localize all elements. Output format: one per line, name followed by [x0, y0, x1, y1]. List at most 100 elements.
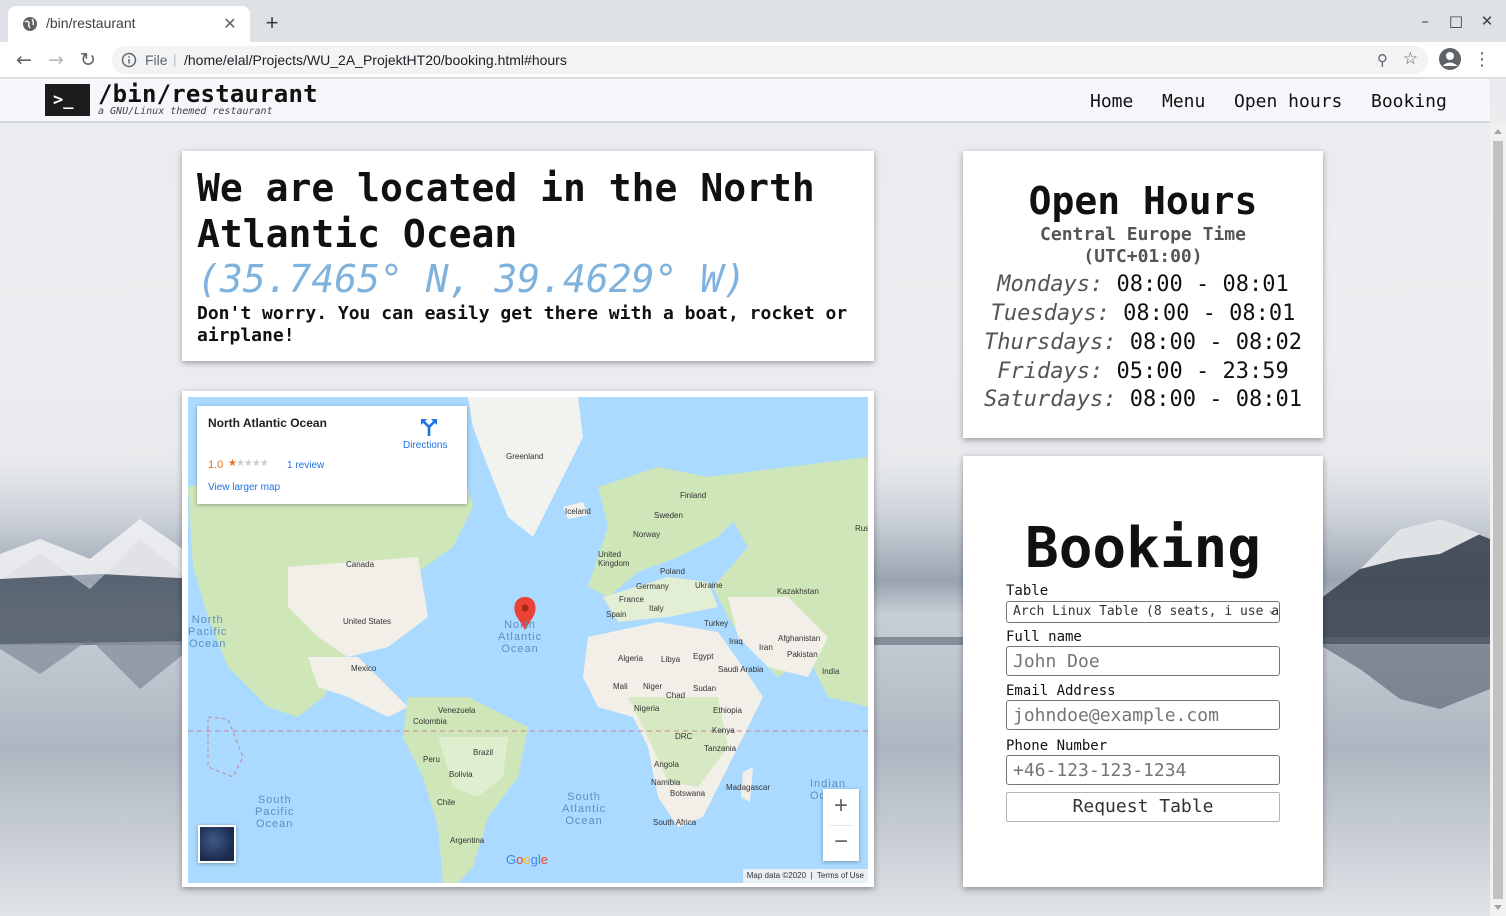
map-label-france: France	[619, 595, 644, 604]
map-label-chile: Chile	[437, 798, 456, 807]
embedded-map[interactable]: Greenland Iceland Finland Sweden Norway …	[188, 397, 868, 883]
request-table-button[interactable]: Request Table	[1006, 792, 1280, 822]
map-label-sudan: Sudan	[693, 684, 717, 693]
terminal-logo-icon[interactable]: >_	[45, 84, 90, 116]
map-label-kazakhstan: Kazakhstan	[777, 587, 819, 596]
ocean-north-atlantic: North Atlantic Ocean	[498, 619, 543, 655]
browser-tab[interactable]: /bin/restaurant ✕	[8, 6, 250, 42]
minimize-icon[interactable]: –	[1414, 10, 1436, 32]
hours-title: Open Hours	[1028, 179, 1258, 223]
url-text[interactable]: /home/elal/Projects/WU_2A_ProjektHT20/bo…	[184, 52, 567, 68]
address-bar[interactable]: File | /home/elal/Projects/WU_2A_Projekt…	[112, 46, 1428, 74]
nav-home[interactable]: Home	[1090, 91, 1133, 112]
hours-timezone: Central Europe Time (UTC+01:00)	[1040, 224, 1246, 267]
view-larger-map-link[interactable]: View larger map	[208, 482, 280, 493]
map-label-venezuela: Venezuela	[438, 706, 476, 715]
map-label-nigeria: Nigeria	[634, 704, 660, 713]
map-label-norway: Norway	[633, 530, 661, 539]
map-label-drc: DRC	[675, 732, 693, 741]
satellite-toggle[interactable]	[198, 825, 236, 863]
location-coordinates: (35.7465° N, 39.4629° W)	[197, 257, 747, 301]
hours-row: Saturdays: 08:00 - 08:01	[984, 387, 1302, 412]
ocean-north-pacific: North Pacific Ocean	[188, 614, 228, 650]
map-label-italy: Italy	[649, 604, 664, 613]
phone-input[interactable]	[1006, 755, 1280, 785]
globe-icon	[23, 17, 37, 31]
map-label-kenya: Kenya	[712, 726, 735, 735]
scroll-down-icon[interactable]	[1494, 905, 1502, 910]
info-icon[interactable]	[121, 52, 137, 68]
zoom-divider	[829, 825, 853, 826]
star-icon[interactable]: ☆	[1403, 49, 1418, 69]
back-icon[interactable]: ←	[10, 46, 38, 74]
hours-row: Mondays: 08:00 - 08:01	[997, 272, 1289, 297]
hours-row: Tuesdays: 08:00 - 08:01	[990, 301, 1296, 326]
location-title: We are located in the North Atlantic Oce…	[197, 166, 815, 256]
terms-of-use-link[interactable]: Terms of Use	[817, 871, 864, 880]
map-label-bolivia: Bolivia	[449, 770, 473, 779]
ocean-south-atlantic: South Atlantic Ocean	[562, 791, 607, 827]
rating-stars-icon: ★★★★★	[228, 458, 269, 469]
open-hours-card: Open Hours Central Europe Time (UTC+01:0…	[963, 151, 1323, 438]
nav-open-hours[interactable]: Open hours	[1234, 91, 1342, 112]
map-label-iran: Iran	[759, 643, 773, 652]
forward-icon[interactable]: →	[42, 46, 70, 74]
map-label-angola: Angola	[654, 760, 679, 769]
close-window-icon[interactable]: ✕	[1476, 10, 1498, 32]
full-name-input[interactable]	[1006, 646, 1280, 676]
map-label-india: India	[822, 667, 840, 676]
directions-link[interactable]: Directions	[403, 440, 447, 451]
review-count-link[interactable]: 1 review	[287, 460, 324, 471]
map-label-algeria: Algeria	[618, 654, 643, 663]
map-label-uk: United Kingdom	[598, 550, 630, 568]
table-label: Table	[1006, 583, 1049, 599]
tab-strip: /bin/restaurant ✕ + – □ ✕	[0, 0, 1506, 42]
map-label-poland: Poland	[660, 567, 685, 576]
tab-close-icon[interactable]: ✕	[220, 14, 240, 34]
map-label-us: United States	[343, 617, 392, 626]
map-label-ukraine: Ukraine	[695, 581, 723, 590]
map-label-chad: Chad	[666, 691, 686, 700]
map-label-egypt: Egypt	[693, 652, 714, 661]
page-scrollbar[interactable]	[1490, 123, 1506, 916]
map-label-iraq: Iraq	[729, 637, 743, 646]
new-tab-button[interactable]: +	[260, 12, 284, 36]
maximize-icon[interactable]: □	[1445, 10, 1467, 32]
map-label-russia: Rus	[855, 524, 868, 533]
zoom-in-button[interactable]: +	[823, 789, 859, 825]
profile-icon[interactable]	[1438, 47, 1462, 71]
table-select[interactable]: Arch Linux Table (8 seats, i use arch bt…	[1006, 601, 1280, 623]
map-rating-value: 1.0	[208, 459, 224, 471]
booking-title: Booking	[1024, 516, 1261, 581]
site-brand[interactable]: /bin/restaurant	[98, 80, 318, 108]
tab-title: /bin/restaurant	[46, 15, 136, 31]
map-label-finland: Finland	[680, 491, 707, 500]
scroll-up-icon[interactable]	[1494, 129, 1502, 134]
nav-menu[interactable]: Menu	[1162, 91, 1205, 112]
map-label-madagascar: Madagascar	[726, 783, 771, 792]
scrollbar-thumb[interactable]	[1493, 141, 1503, 899]
reload-icon[interactable]: ↻	[74, 46, 102, 74]
browser-menu-icon[interactable]: ⋮	[1472, 46, 1492, 74]
zoom-icon[interactable]: ⚲	[1377, 51, 1388, 69]
nav-booking[interactable]: Booking	[1371, 91, 1447, 112]
directions-icon[interactable]	[419, 417, 439, 437]
site-tagline: a GNU/Linux themed restaurant	[98, 106, 273, 117]
map-label-afghanistan: Afghanistan	[778, 634, 821, 643]
map-zoom-control: + −	[823, 789, 859, 861]
map-label-niger: Niger	[643, 682, 663, 691]
map-label-colombia: Colombia	[413, 717, 447, 726]
map-place-card: North Atlantic Ocean Directions 1.0 ★★★★…	[197, 406, 467, 504]
booking-card: Booking Table Arch Linux Table (8 seats,…	[963, 456, 1323, 887]
map-label-pakistan: Pakistan	[787, 650, 818, 659]
name-label: Full name	[1006, 629, 1082, 645]
email-input[interactable]	[1006, 700, 1280, 730]
map-label-peru: Peru	[423, 755, 440, 764]
location-description: Don't worry. You can easily get there wi…	[197, 303, 848, 346]
map-place-name: North Atlantic Ocean	[208, 416, 327, 430]
map-card: Greenland Iceland Finland Sweden Norway …	[182, 391, 874, 887]
map-label-namibia: Namibia	[651, 778, 681, 787]
map-label-tanzania: Tanzania	[704, 744, 737, 753]
zoom-out-button[interactable]: −	[823, 825, 859, 861]
location-card: We are located in the North Atlantic Oce…	[182, 151, 874, 361]
